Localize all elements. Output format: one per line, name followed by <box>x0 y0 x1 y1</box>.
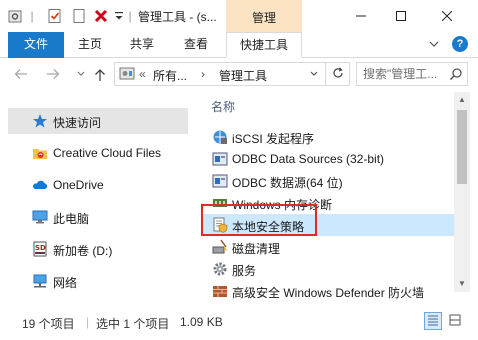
large-icons-view-icon <box>449 314 461 329</box>
nav-item-creative-cloud[interactable]: Creative Cloud Files <box>8 140 188 166</box>
odbc-icon <box>212 151 228 167</box>
breadcrumb-overflow-icon[interactable]: « <box>139 67 146 81</box>
nav-item-network[interactable]: 网络 <box>8 268 188 294</box>
search-box <box>356 62 468 86</box>
services-gear-icon <box>212 261 228 277</box>
nav-item-label: 网络 <box>53 276 78 290</box>
onedrive-cloud-icon <box>32 177 48 193</box>
svg-text:SD: SD <box>35 244 46 252</box>
tab-view[interactable]: 查看 <box>176 32 216 58</box>
context-tab-header[interactable]: 管理 <box>226 0 302 32</box>
window-title: 管理工具 - (s... <box>138 10 217 24</box>
tab-file[interactable]: 文件 <box>8 32 64 58</box>
customize-toolbar-chevron-icon[interactable] <box>112 7 126 25</box>
address-history-chevron-icon[interactable] <box>309 66 319 83</box>
nav-item-label: 快速访问 <box>53 116 102 130</box>
nav-item-label: 新加卷 (D:) <box>53 244 113 258</box>
sd-card-drive-icon: SD <box>32 241 48 257</box>
file-item-odbc-32[interactable]: ODBC Data Sources (32-bit) <box>202 148 454 170</box>
tab-share[interactable]: 共享 <box>122 32 162 58</box>
details-view-icon <box>427 314 439 329</box>
nav-item-onedrive[interactable]: OneDrive <box>8 172 188 198</box>
search-input[interactable] <box>363 66 445 82</box>
status-bar: 19 个项目 | 选中 1 个项目 1.09 KB <box>0 308 478 336</box>
computer-icon <box>32 209 48 225</box>
search-icon[interactable] <box>449 67 463 84</box>
status-size: 1.09 KB <box>180 315 223 329</box>
disk-cleanup-icon <box>212 239 228 255</box>
close-button[interactable] <box>424 0 470 32</box>
iscsi-icon <box>212 129 228 145</box>
breadcrumb-current[interactable]: 管理工具 <box>219 67 267 84</box>
toolbar-separator: | <box>30 9 34 23</box>
expand-ribbon-chevron-icon[interactable] <box>428 38 440 53</box>
nav-item-quick-access[interactable]: 快速访问 <box>8 108 188 134</box>
title-bar: | | 管理工具 - (s... 管理 <box>0 0 478 32</box>
file-name: ODBC Data Sources (32-bit) <box>232 152 385 166</box>
breadcrumb-prefix[interactable]: 所有... <box>153 67 187 84</box>
ribbon-tabs: 文件 主页 共享 查看 快捷工具 ? <box>0 32 478 58</box>
odbc-icon <box>212 173 228 189</box>
scroll-down-arrow-icon[interactable]: ▼ <box>454 276 470 292</box>
forward-arrow-icon[interactable] <box>46 68 60 83</box>
scroll-up-arrow-icon[interactable]: ▲ <box>454 92 470 108</box>
tab-home[interactable]: 主页 <box>70 32 110 58</box>
help-icon[interactable]: ? <box>452 36 468 52</box>
status-item-count: 19 个项目 <box>22 317 75 331</box>
up-arrow-icon[interactable] <box>94 68 106 85</box>
large-icons-view-button[interactable] <box>446 312 464 330</box>
file-item-services[interactable]: 服务 <box>202 258 454 280</box>
nav-item-volume-d[interactable]: SD 新加卷 (D:) <box>8 236 188 262</box>
breadcrumb-separator[interactable]: › <box>201 67 205 81</box>
recent-locations-chevron-icon[interactable] <box>76 68 86 83</box>
network-icon <box>32 273 48 289</box>
nav-item-this-pc[interactable]: 此电脑 <box>8 204 188 230</box>
file-name: iSCSI 发起程序 <box>232 132 315 146</box>
refresh-button[interactable] <box>326 62 350 86</box>
status-separator: | <box>86 315 90 329</box>
file-name: 高级安全 Windows Defender 防火墙 <box>232 286 425 300</box>
vertical-scrollbar[interactable]: ▲ ▼ <box>454 92 470 292</box>
status-selection: 选中 1 个项目 <box>96 317 170 331</box>
delete-x-icon[interactable] <box>92 7 110 25</box>
control-panel-icon <box>119 66 135 85</box>
file-item-firewall[interactable]: 高级安全 Windows Defender 防火墙 <box>202 280 454 302</box>
file-item-iscsi[interactable]: iSCSI 发起程序 <box>202 126 454 148</box>
column-header-name[interactable]: 名称 <box>211 98 235 115</box>
nav-item-label: 此电脑 <box>53 212 90 226</box>
context-tab-label: 管理 <box>251 11 276 25</box>
tab-quick-tools[interactable]: 快捷工具 <box>226 32 302 58</box>
checkmark-document-icon[interactable] <box>46 7 64 25</box>
back-arrow-icon[interactable] <box>14 68 28 83</box>
star-icon <box>32 113 48 129</box>
firewall-icon <box>212 283 228 299</box>
file-name: 服务 <box>232 264 257 278</box>
blank-document-icon[interactable] <box>70 7 88 25</box>
maximize-button[interactable] <box>378 0 424 32</box>
file-name: ODBC 数据源(64 位) <box>232 176 343 190</box>
details-view-button[interactable] <box>424 312 442 330</box>
file-list: 名称 iSCSI 发起程序 ODBC Data Sources (32-bit)… <box>196 92 454 302</box>
scrollbar-thumb[interactable] <box>457 110 467 184</box>
properties-icon[interactable] <box>6 7 24 25</box>
toolbar-separator: | <box>128 9 132 23</box>
annotation-highlight-box <box>201 204 317 236</box>
address-bar[interactable]: « 所有... › 管理工具 <box>114 62 326 86</box>
nav-item-label: OneDrive <box>53 178 104 192</box>
file-item-odbc-64[interactable]: ODBC 数据源(64 位) <box>202 170 454 192</box>
refresh-icon <box>332 66 344 82</box>
creative-cloud-folder-icon <box>32 145 48 161</box>
nav-item-label: Creative Cloud Files <box>53 146 162 160</box>
file-name: 磁盘清理 <box>232 242 281 256</box>
file-item-disk-cleanup[interactable]: 磁盘清理 <box>202 236 454 258</box>
navigation-pane: 快速访问 Creative Cloud Files OneDrive 此电脑 S… <box>0 92 196 302</box>
